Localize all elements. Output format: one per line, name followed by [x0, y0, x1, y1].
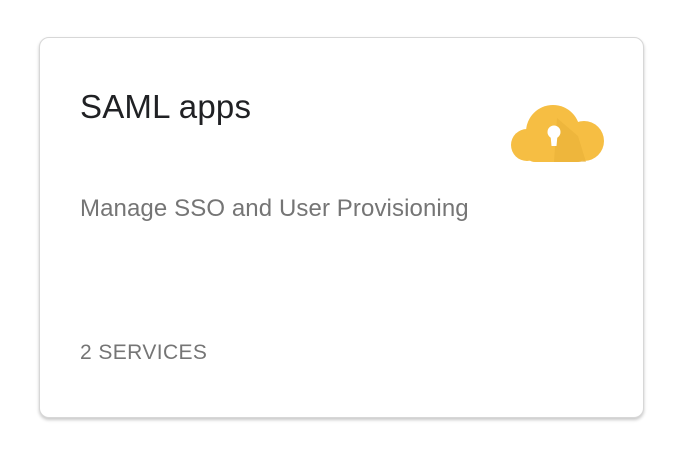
card-description: Manage SSO and User Provisioning: [80, 195, 469, 222]
card-title: SAML apps: [80, 88, 252, 125]
saml-apps-card[interactable]: SAML apps Manage SSO and User Provisioni…: [39, 37, 644, 418]
cloud-keyhole-icon: [511, 105, 604, 162]
services-count: 2 SERVICES: [80, 341, 208, 364]
